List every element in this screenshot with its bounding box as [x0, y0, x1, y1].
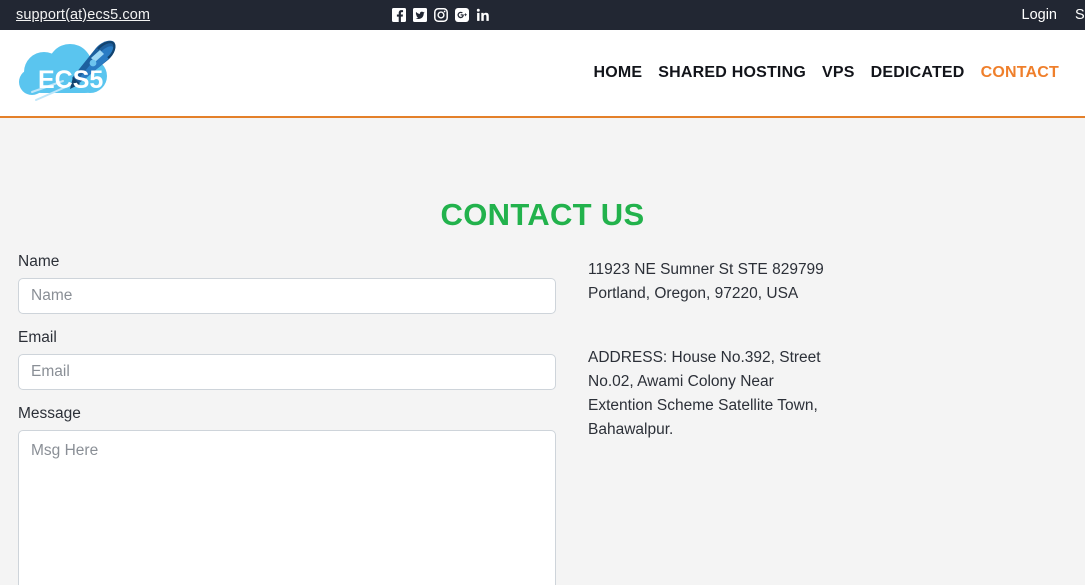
nav-item-dedicated[interactable]: DEDICATED — [871, 64, 965, 82]
contact-info: 11923 NE Sumner St STE 829799 Portland, … — [568, 253, 840, 585]
main-content: CONTACT US Name Email Message 11923 NE S… — [0, 118, 1085, 585]
name-label: Name — [18, 253, 60, 270]
message-textarea[interactable] — [18, 430, 556, 585]
email-label: Email — [18, 329, 57, 346]
nav-item-vps[interactable]: VPS — [822, 64, 855, 82]
main-nav: HOME SHARED HOSTING VPS DEDICATED CONTAC… — [593, 64, 1059, 82]
field-group-name: Name — [18, 253, 556, 314]
contact-row: Name Email Message 11923 NE Sumner St ST… — [0, 233, 1085, 585]
nav-item-home[interactable]: HOME — [593, 64, 642, 82]
topbar-account-links: Login Signup — [1022, 0, 1085, 30]
field-group-message: Message — [18, 405, 556, 585]
linkedin-icon[interactable] — [476, 8, 490, 22]
site-header: ECS5 HOME SHARED HOSTING VPS DEDICATED C… — [0, 30, 1085, 118]
field-group-email: Email — [18, 329, 556, 390]
logo-text: ECS5 — [38, 66, 103, 94]
instagram-icon[interactable] — [434, 8, 448, 22]
logo-ecs5[interactable]: ECS5 — [14, 36, 124, 108]
support-email-link[interactable]: support(at)ecs5.com — [0, 7, 150, 23]
login-link[interactable]: Login — [1022, 7, 1057, 23]
nav-item-contact[interactable]: CONTACT — [981, 64, 1059, 82]
social-links — [392, 0, 490, 30]
twitter-icon[interactable] — [413, 8, 427, 22]
address-usa: 11923 NE Sumner St STE 829799 Portland, … — [588, 261, 824, 302]
page-title: CONTACT US — [440, 197, 645, 232]
name-input[interactable] — [18, 278, 556, 314]
contact-form: Name Email Message — [0, 253, 568, 585]
nav-item-shared-hosting[interactable]: SHARED HOSTING — [658, 64, 806, 82]
topbar: support(at)ecs5.com Login Signup — [0, 0, 1085, 30]
email-input[interactable] — [18, 354, 556, 390]
message-label: Message — [18, 405, 81, 422]
address-pakistan: ADDRESS: House No.392, Street No.02, Awa… — [588, 349, 821, 438]
signup-link[interactable]: Signup — [1075, 6, 1085, 24]
google-plus-icon[interactable] — [455, 8, 469, 22]
facebook-icon[interactable] — [392, 8, 406, 22]
